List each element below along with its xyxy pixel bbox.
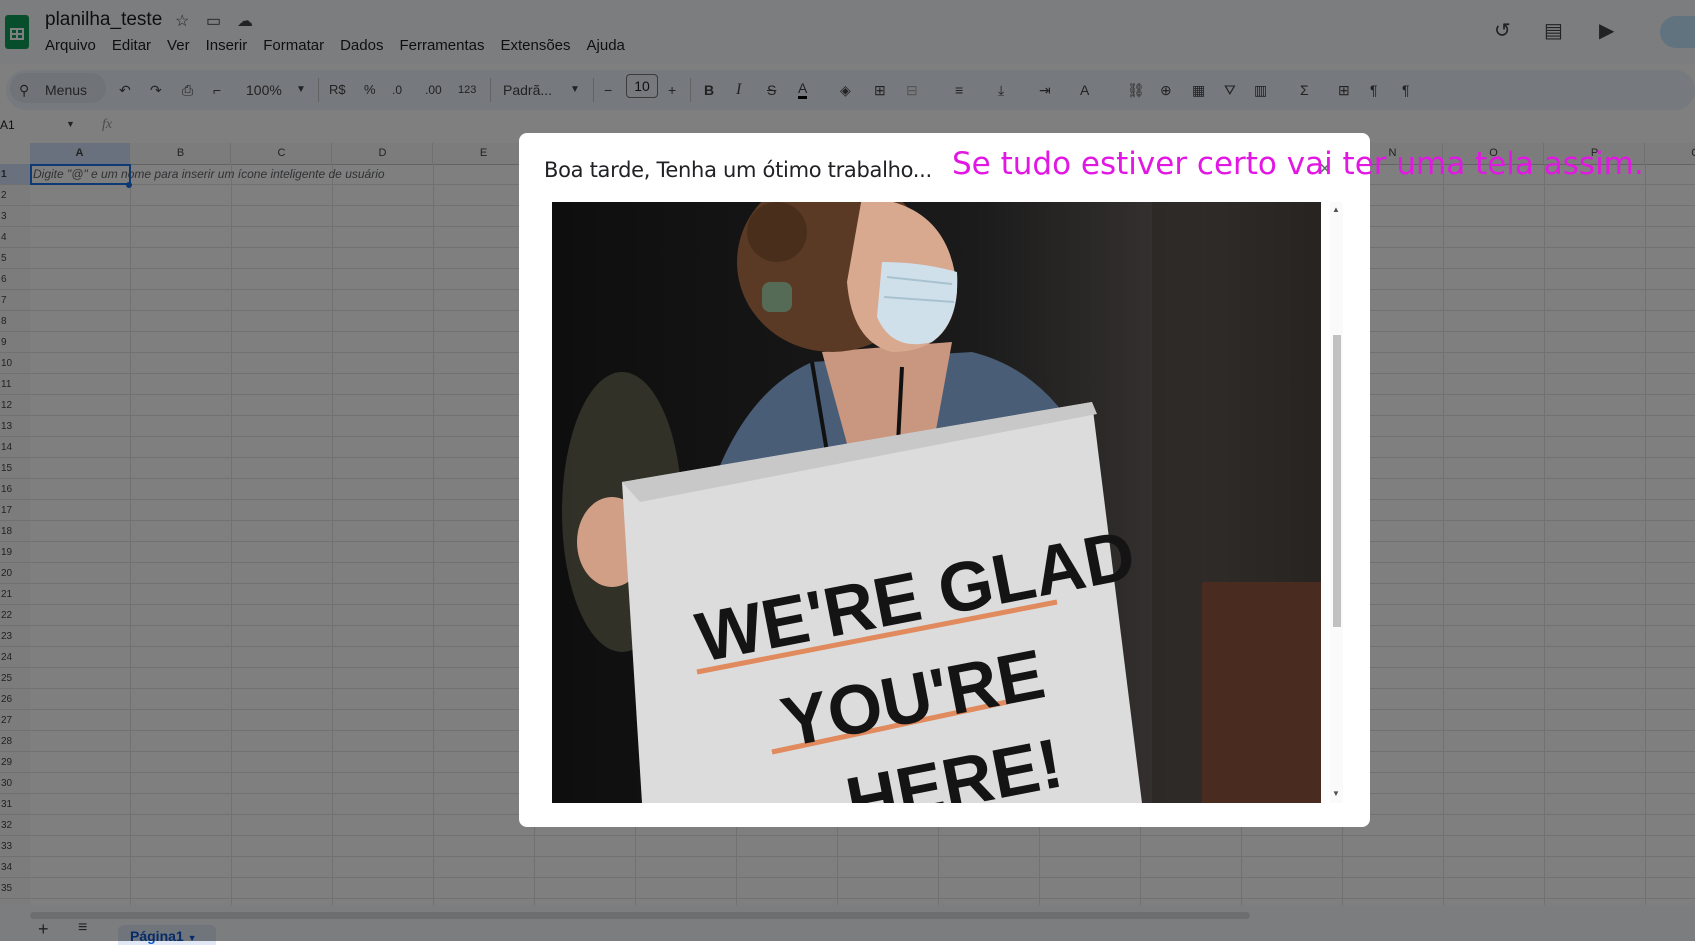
welcome-photo: WE'RE GLAD YOU'RE HERE! (552, 202, 1321, 803)
dialog: Boa tarde, Tenha um ótimo trabalho... × (519, 133, 1370, 827)
dialog-title: Boa tarde, Tenha um ótimo trabalho... (544, 158, 932, 182)
photo-illustration: WE'RE GLAD YOU'RE HERE! (552, 202, 1321, 803)
scroll-down-icon[interactable]: ▼ (1332, 789, 1340, 798)
dialog-scrollbar[interactable]: ▲ ▼ (1330, 202, 1343, 803)
scroll-up-icon[interactable]: ▲ (1332, 205, 1340, 214)
annotation-text: Se tudo estiver certo vai ter uma tela a… (952, 146, 1644, 182)
scrollbar-thumb[interactable] (1333, 335, 1341, 627)
